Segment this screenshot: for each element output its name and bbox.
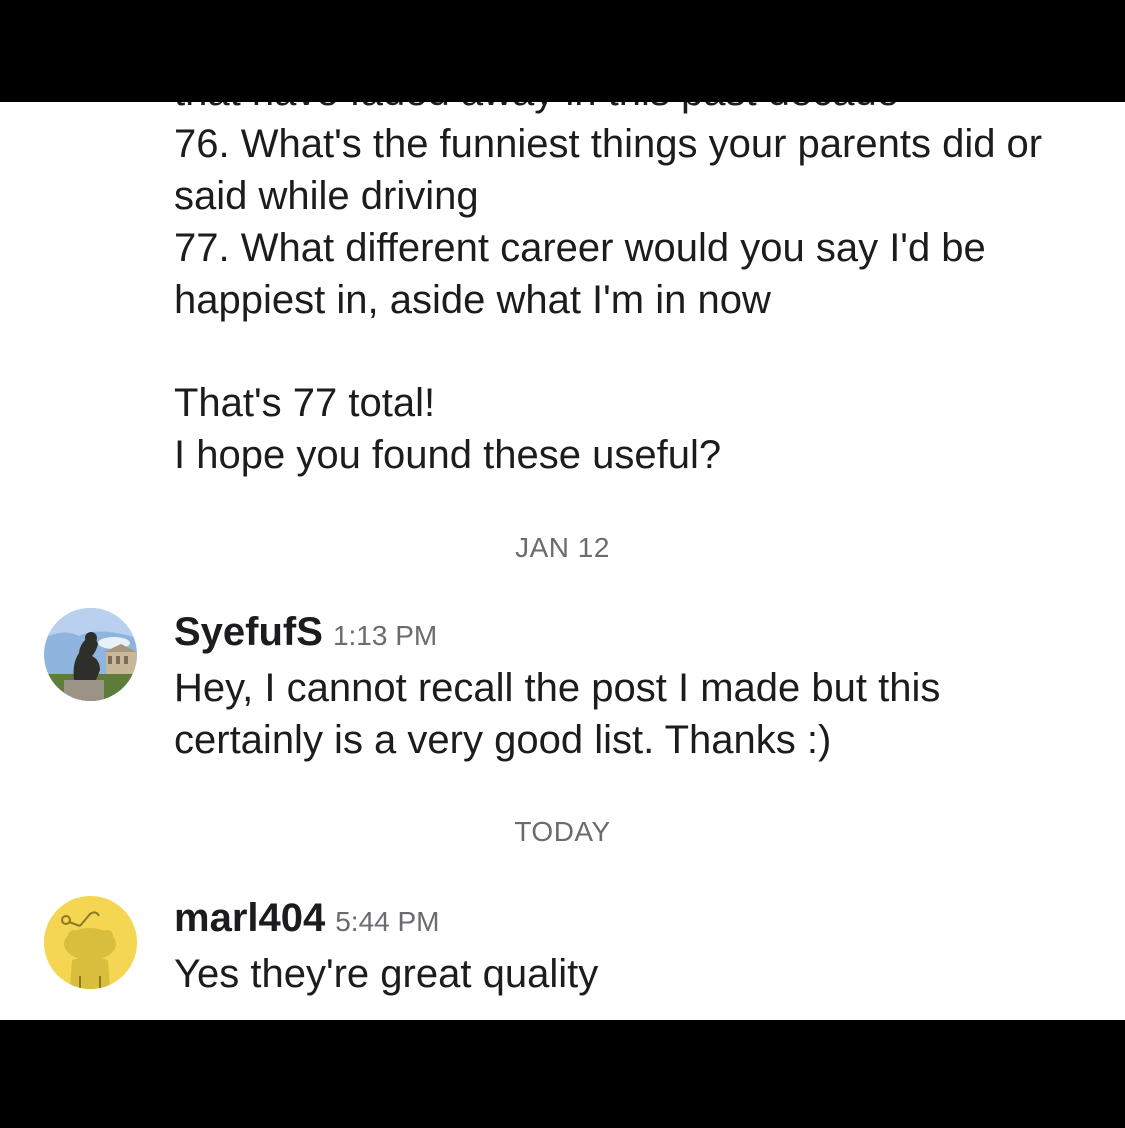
snoo-icon [44, 896, 137, 989]
top-black-bar [0, 0, 1125, 102]
username[interactable]: SyefufS [174, 610, 323, 654]
timestamp: 5:44 PM [335, 906, 440, 937]
thinker-statue-avatar[interactable] [44, 608, 137, 701]
list-text: 76. What's the funniest things your pare… [174, 122, 1043, 322]
snoo-avatar[interactable] [44, 896, 137, 989]
message-header: SyefufS 1:13 PM [174, 610, 437, 655]
message-text: Yes they're great quality [174, 952, 599, 996]
date-separator-today: TODAY [514, 816, 611, 847]
timestamp: 1:13 PM [332, 620, 438, 651]
clipped-text-line: that have faded away in this past decade [174, 102, 899, 118]
thinker-statue-icon [44, 608, 137, 701]
date-separator-jan-12: JAN 12 [515, 532, 610, 563]
closing-text: That's 77 total! I hope you found these … [174, 381, 722, 477]
chat-thread[interactable]: that have faded away in this past decade… [0, 102, 1125, 1020]
bottom-black-bar [0, 1020, 1125, 1128]
message-text: Hey, I cannot recall the post I made but… [174, 666, 941, 762]
message-header: marl404 5:44 PM [174, 896, 440, 941]
username[interactable]: marl404 [174, 896, 325, 940]
